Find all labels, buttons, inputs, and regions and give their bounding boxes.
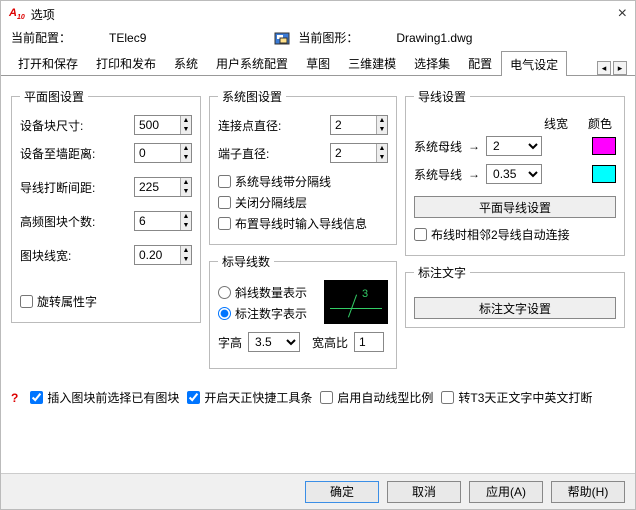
hf-count-label: 高频图块个数: (20, 213, 95, 230)
tab-selection[interactable]: 选择集 (405, 50, 459, 75)
pre-select-block-checkbox[interactable] (30, 391, 43, 404)
tianzheng-toolbar-checkbox[interactable] (187, 391, 200, 404)
block-size-input[interactable]: ▲▼ (134, 115, 192, 135)
arrow-icon: → (468, 139, 480, 153)
current-config-label: 当前配置： (11, 29, 71, 46)
term-diam-label: 端子直径: (218, 145, 269, 162)
font-h-label: 字高 (218, 334, 242, 351)
bus-color-swatch[interactable] (592, 137, 616, 155)
bus-width-select[interactable]: 2 (486, 136, 542, 156)
close-sep-layer-label: 关闭分隔线层 (235, 194, 307, 211)
slash-mode-radio[interactable] (218, 286, 231, 299)
rotate-attr-label: 旋转属性字 (37, 293, 97, 310)
line-color-swatch[interactable] (592, 165, 616, 183)
groupbox-wire-legend: 导线设置 (414, 88, 470, 105)
block-lw-label: 图块线宽: (20, 247, 71, 264)
current-config-value: TElec9 (109, 31, 146, 45)
arrow-icon: → (468, 167, 480, 181)
number-mode-radio[interactable] (218, 307, 231, 320)
block-size-label: 设备块尺寸: (20, 117, 83, 134)
tab-profile[interactable]: 配置 (459, 50, 501, 75)
tab-open-save[interactable]: 打开和保存 (9, 50, 87, 75)
output-wire-info-label: 布置导线时输入导线信息 (235, 215, 367, 232)
spin-down[interactable]: ▼ (181, 125, 191, 134)
groupbox-marktext: 标注文字 标注文字设置 (405, 264, 625, 328)
auto-linetype-scale-label: 启用自动线型比例 (337, 389, 433, 406)
tab-electrical[interactable]: 电气设定 (501, 51, 567, 76)
help-button[interactable]: 帮助(H) (551, 481, 625, 503)
current-drawing-label: 当前图形： (298, 29, 358, 46)
app-icon: A10 (9, 7, 25, 21)
wall-dist-label: 设备至墙距离: (20, 145, 95, 162)
sys-wire-sep-label: 系统导线带分隔线 (235, 173, 331, 190)
slash-mode-label: 斜线数量表示 (235, 284, 307, 301)
tab-sketch[interactable]: 草图 (297, 50, 339, 75)
output-wire-info-checkbox[interactable] (218, 217, 231, 230)
tianzheng-toolbar-label: 开启天正快捷工具条 (204, 389, 312, 406)
cancel-button[interactable]: 取消 (387, 481, 461, 503)
marktext-settings-button[interactable]: 标注文字设置 (414, 297, 616, 319)
current-drawing-value: Drawing1.dwg (396, 31, 472, 45)
close-sep-layer-checkbox[interactable] (218, 196, 231, 209)
groupbox-system: 系统图设置 连接点直径: ▲▼ 端子直径: ▲▼ (209, 88, 397, 245)
auto-connect-checkbox[interactable] (414, 228, 427, 241)
t3-text-break-label: 转T3天正文字中英文打断 (458, 389, 592, 406)
groupbox-system-legend: 系统图设置 (218, 88, 286, 105)
groupbox-plan: 平面图设置 设备块尺寸: ▲▼ 设备至墙距离: ▲▼ (11, 88, 201, 323)
line-width-select[interactable]: 0.35 (486, 164, 542, 184)
t3-text-break-checkbox[interactable] (441, 391, 454, 404)
spin-up[interactable]: ▲ (181, 116, 191, 125)
bus-label: 系统母线 (414, 138, 462, 155)
aspect-label: 宽高比 (312, 334, 348, 351)
apply-button[interactable]: 应用(A) (469, 481, 543, 503)
groupbox-markcount-legend: 标导线数 (218, 253, 274, 270)
tab-user-config[interactable]: 用户系统配置 (207, 50, 297, 75)
color-header: 颜色 (588, 115, 612, 132)
ok-button[interactable]: 确定 (305, 481, 379, 503)
aspect-input[interactable] (354, 332, 384, 352)
break-gap-input[interactable]: ▲▼ (134, 177, 192, 197)
window-title: 选项 (31, 6, 55, 23)
conn-diam-input[interactable]: ▲▼ (330, 115, 388, 135)
block-lw-input[interactable]: ▲▼ (134, 245, 192, 265)
tab-scroll-right[interactable]: ▸ (613, 61, 627, 75)
term-diam-input[interactable]: ▲▼ (330, 143, 388, 163)
number-mode-label: 标注数字表示 (235, 305, 307, 322)
linewidth-header: 线宽 (544, 115, 568, 132)
tab-print-publish[interactable]: 打印和发布 (87, 50, 165, 75)
groupbox-plan-legend: 平面图设置 (20, 88, 88, 105)
close-icon[interactable]: × (618, 5, 627, 23)
help-icon[interactable]: ? (11, 391, 18, 405)
hf-count-input[interactable]: ▲▼ (134, 211, 192, 231)
groupbox-wire: 导线设置 线宽 颜色 系统母线 → 2 系统导线 (405, 88, 625, 256)
tab-system[interactable]: 系统 (165, 50, 207, 75)
groupbox-markcount: 标导线数 斜线数量表示 标注数字表示 (209, 253, 397, 369)
pre-select-block-label: 插入图块前选择已有图块 (47, 389, 179, 406)
conn-diam-label: 连接点直径: (218, 117, 281, 134)
plan-wire-settings-button[interactable]: 平面导线设置 (414, 196, 616, 218)
tab-3d[interactable]: 三维建模 (339, 50, 405, 75)
wall-dist-input[interactable]: ▲▼ (134, 143, 192, 163)
groupbox-marktext-legend: 标注文字 (414, 264, 470, 281)
rotate-attr-checkbox[interactable] (20, 295, 33, 308)
tab-scroll-left[interactable]: ◂ (597, 61, 611, 75)
tabs: 打开和保存 打印和发布 系统 用户系统配置 草图 三维建模 选择集 配置 电气设… (1, 50, 635, 76)
break-gap-label: 导线打断间距: (20, 179, 95, 196)
mark-preview: 3 (324, 280, 388, 324)
auto-connect-label: 布线时相邻2导线自动连接 (431, 226, 570, 243)
auto-linetype-scale-checkbox[interactable] (320, 391, 333, 404)
line-label: 系统导线 (414, 166, 462, 183)
font-h-select[interactable]: 3.5 (248, 332, 300, 352)
sys-wire-sep-checkbox[interactable] (218, 175, 231, 188)
drawing-icon (274, 31, 290, 45)
